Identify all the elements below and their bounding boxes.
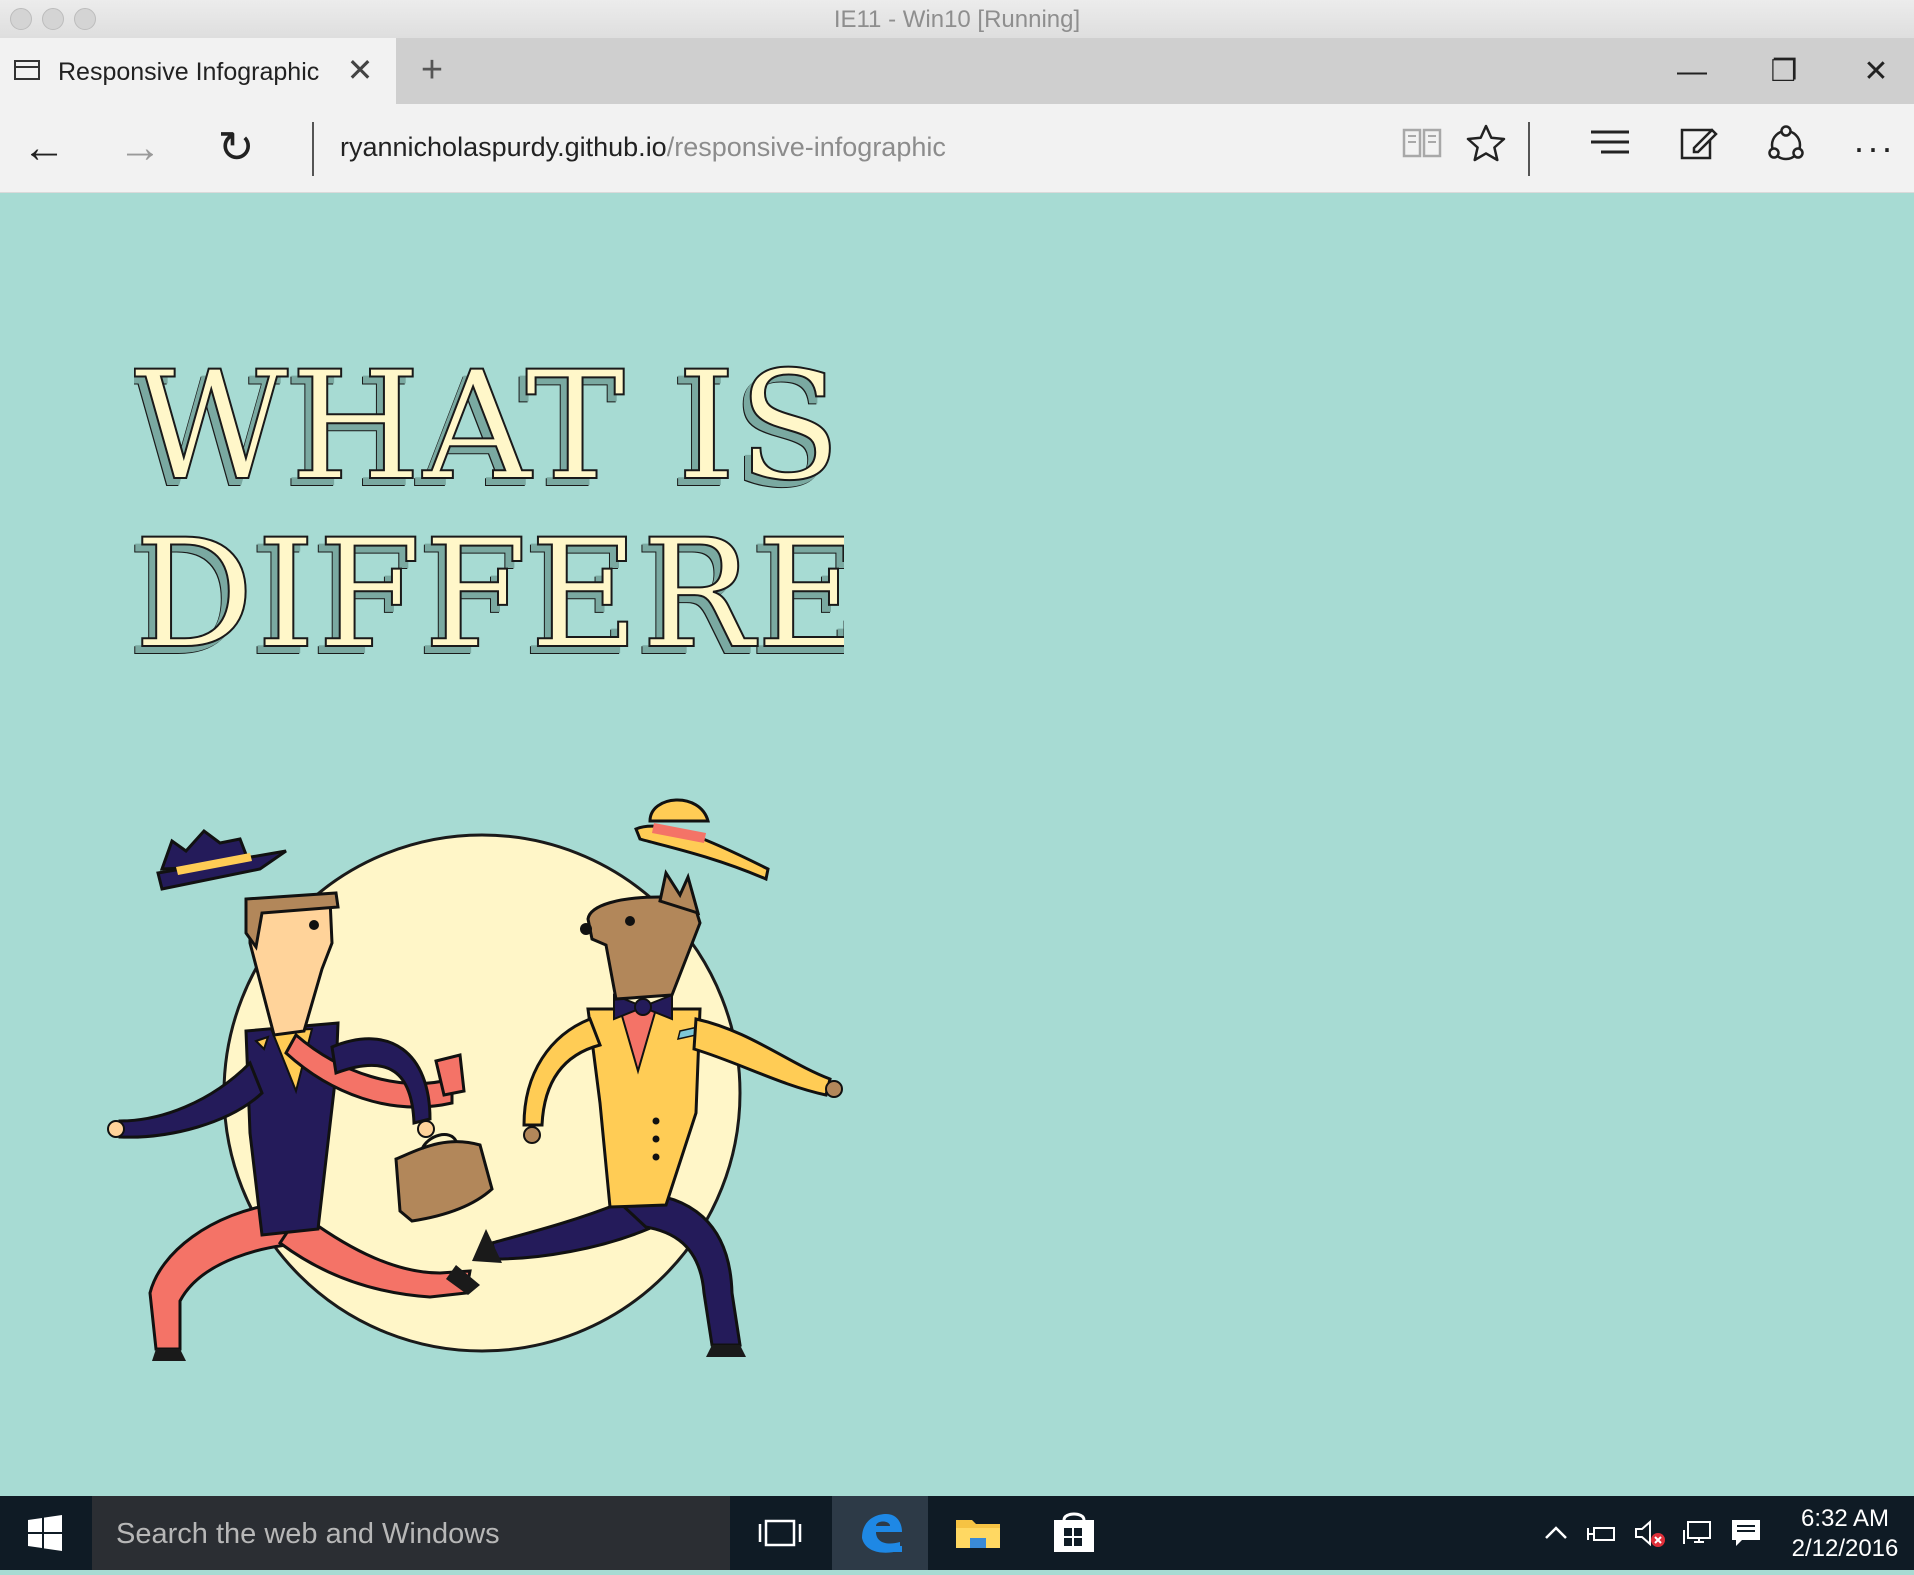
headline-line-2: DIFFERENT <box>134 508 844 682</box>
page-content: WHAT ISDIFFERENT <box>0 193 1914 1496</box>
page-icon <box>14 60 40 80</box>
page-headline: WHAT ISDIFFERENT <box>134 343 844 682</box>
task-view-icon[interactable] <box>732 1496 828 1570</box>
taskbar-clock[interactable]: 6:32 AM 2/12/2016 <box>1780 1504 1910 1564</box>
action-center-icon[interactable] <box>1728 1516 1764 1550</box>
store-icon[interactable] <box>1026 1496 1122 1570</box>
chevron-up-icon[interactable] <box>1538 1516 1574 1550</box>
more-icon[interactable]: ··· <box>1846 122 1902 174</box>
taskbar-search-box[interactable]: Search the web and Windows <box>92 1496 730 1570</box>
running-figures-illustration <box>107 798 843 1361</box>
share-icon[interactable] <box>1758 122 1814 174</box>
address-separator <box>312 122 314 176</box>
close-window-button[interactable]: ✕ <box>1846 52 1906 92</box>
clock-date: 2/12/2016 <box>1791 1535 1899 1562</box>
restore-button[interactable]: ❐ <box>1754 52 1814 92</box>
tab-strip: Responsive Infographic ✕ + — ❐ ✕ <box>0 38 1914 104</box>
minimize-button[interactable]: — <box>1662 52 1722 92</box>
favorite-star-icon[interactable] <box>1458 122 1514 174</box>
start-button[interactable] <box>0 1496 90 1570</box>
network-icon[interactable] <box>1680 1516 1716 1550</box>
edge-icon[interactable] <box>832 1496 928 1570</box>
new-tab-button[interactable]: + <box>412 50 452 90</box>
search-placeholder: Search the web and Windows <box>116 1518 500 1550</box>
clock-time: 6:32 AM <box>1800 1505 1890 1532</box>
address-bar[interactable]: ryannicholaspurdy.github.io/responsive-i… <box>340 132 946 163</box>
host-window-title: IE11 - Win10 [Running] <box>833 6 1081 33</box>
back-button[interactable]: ← <box>16 122 72 174</box>
host-title-bar: IE11 - Win10 [Running] <box>0 0 1914 39</box>
url-host: ryannicholaspurdy.github.io <box>340 132 667 162</box>
windows-logo-icon <box>28 1515 62 1551</box>
headline-line-1: WHAT IS <box>134 343 843 514</box>
tab-title: Responsive Infographic <box>58 58 320 86</box>
browser-toolbar: ← → ↻ ryannicholaspurdy.github.io/respon… <box>0 104 1914 193</box>
volume-muted-icon[interactable] <box>1632 1516 1668 1550</box>
headline-container: WHAT ISDIFFERENT <box>134 343 844 703</box>
reading-view-icon[interactable] <box>1394 122 1450 174</box>
hub-icon[interactable] <box>1582 122 1638 174</box>
forward-button[interactable]: → <box>112 122 168 174</box>
windows-taskbar: Search the web and Windows 6:32 AM 2/12/… <box>0 1496 1914 1570</box>
tab-close-icon[interactable]: ✕ <box>344 52 376 88</box>
file-explorer-icon[interactable] <box>930 1496 1026 1570</box>
refresh-button[interactable]: ↻ <box>208 122 264 174</box>
power-battery-icon[interactable] <box>1584 1516 1620 1550</box>
tab-responsive-infographic[interactable]: Responsive Infographic ✕ <box>0 38 396 104</box>
web-note-icon[interactable] <box>1670 122 1726 174</box>
url-path: /responsive-infographic <box>666 132 946 162</box>
toolbar-separator <box>1528 122 1530 176</box>
